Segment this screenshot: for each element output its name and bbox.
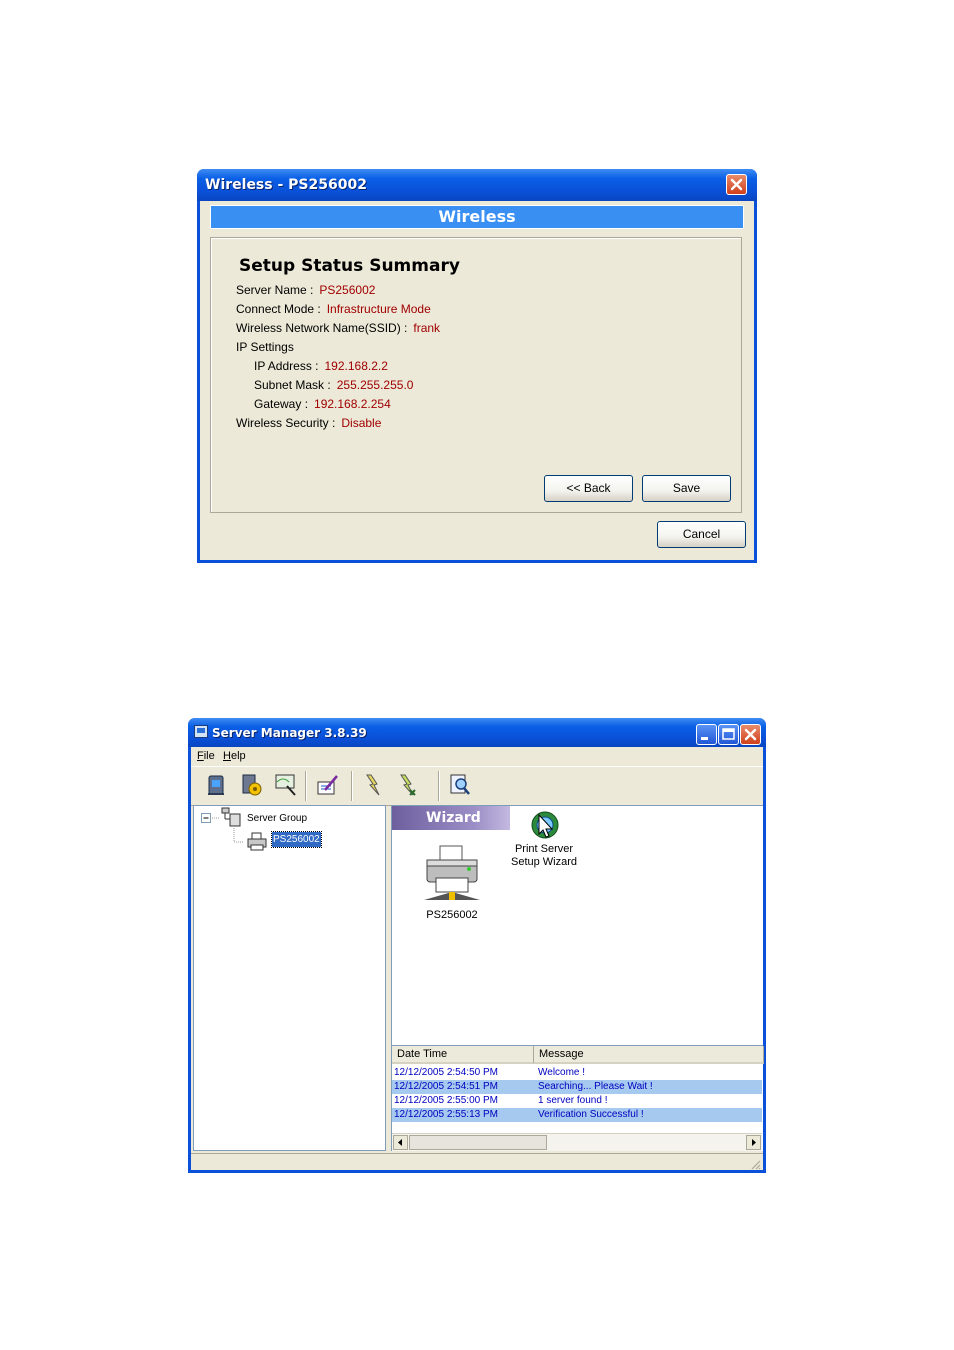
connect-icon[interactable] [361,772,387,798]
close-icon[interactable] [726,174,747,195]
server-tree: Server Group PS256002 [193,805,386,1151]
menu-bar: File Help [191,747,763,765]
printer-label: PS256002 [426,909,478,921]
horizontal-scrollbar[interactable] [392,1133,762,1151]
ssid-row: Wireless Network Name(SSID) : frank [236,321,440,335]
ip-settings-row: IP Settings [236,340,294,354]
search-network-icon[interactable] [273,772,299,798]
wireless-dialog: Wireless - PS256002 Wireless Setup Statu… [197,169,757,563]
window-client: File Help Server Group PS256002 Wizard P… [191,747,764,1171]
toolbar-separator [305,771,307,801]
server-manager-window: Server Manager 3.8.39 File Help Server G… [188,718,766,1173]
wizard-icon[interactable] [530,810,560,840]
ip-address-value: 192.168.2.2 [324,359,388,373]
ip-address-label: IP Address : [254,359,319,373]
log-row[interactable]: 12/12/2005 2:54:51 PM Searching... Pleas… [392,1080,762,1094]
gateway-row: Gateway : 192.168.2.254 [254,397,391,411]
cancel-button[interactable]: Cancel [657,521,746,548]
settings-server-icon[interactable] [238,772,264,798]
wireless-security-label: Wireless Security : [236,416,336,430]
ssid-value: frank [413,321,441,335]
wizard-label-line2: Setup Wizard [510,856,578,868]
section-header-label: Wireless [438,207,516,226]
save-button[interactable]: Save [642,475,731,502]
log-message: Welcome ! [538,1067,586,1078]
log-row[interactable]: 12/12/2005 2:55:00 PM 1 server found ! [392,1094,762,1108]
dialog-title: Wireless - PS256002 [205,177,367,193]
ssid-label: Wireless Network Name(SSID) : [236,321,408,335]
server-icon[interactable] [203,772,229,798]
log-message: Searching... Please Wait ! [538,1081,653,1092]
window-title: Server Manager 3.8.39 [212,726,367,740]
resize-grip-icon[interactable] [749,1158,761,1170]
subnet-mask-value: 255.255.255.0 [336,378,414,392]
printer-icon[interactable] [424,844,480,902]
gateway-value: 192.168.2.254 [314,397,391,411]
column-header-message[interactable]: Message [534,1046,764,1064]
tree-printer-icon [247,832,267,851]
log-time: 12/12/2005 2:55:00 PM [394,1095,498,1106]
maximize-icon[interactable] [718,724,739,745]
wireless-security-value: Disable [341,416,382,430]
disconnect-icon[interactable] [395,772,421,798]
toolbar [191,766,763,806]
wizard-label: Print Server Setup Wizard [504,843,584,869]
find-icon[interactable] [447,772,473,798]
log-time: 12/12/2005 2:55:13 PM [394,1109,498,1120]
server-name-value: PS256002 [319,283,376,297]
summary-title: Setup Status Summary [239,256,460,276]
wireless-security-row: Wireless Security : Disable [236,416,381,430]
summary-panel: Setup Status Summary Server Name : PS2560… [210,237,742,513]
app-icon [194,725,208,738]
wizard-tab-label: Wizard [426,810,481,826]
subnet-mask-label: Subnet Mask : [254,378,331,392]
column-header-datetime[interactable]: Date Time [392,1046,534,1064]
minimize-icon[interactable] [696,724,717,745]
log-time: 12/12/2005 2:54:51 PM [394,1081,498,1092]
scroll-left-icon[interactable] [393,1135,408,1150]
ip-address-row: IP Address : 192.168.2.2 [254,359,388,373]
server-name-label: Server Name : [236,283,314,297]
icon-view: Wizard PS256002 Print Server Setup Wizar… [391,805,763,1045]
log-message: 1 server found ! [538,1095,608,1106]
subnet-mask-row: Subnet Mask : 255.255.255.0 [254,378,413,392]
wizard-label-line1: Print Server [514,843,574,855]
menu-help[interactable]: Help [223,750,246,762]
toolbar-separator [351,771,353,801]
toolbar-separator [438,771,440,801]
close-icon[interactable] [740,724,761,745]
log-time: 12/12/2005 2:54:50 PM [394,1067,498,1078]
scroll-thumb[interactable] [409,1135,547,1150]
wizard-tab[interactable]: Wizard [392,806,510,830]
server-group-icon [221,807,241,827]
section-header: Wireless [210,205,744,229]
gateway-label: Gateway : [254,397,309,411]
edit-config-icon[interactable] [315,772,341,798]
log-row[interactable]: 12/12/2005 2:54:50 PM Welcome ! [392,1066,762,1080]
tree-child-label[interactable]: PS256002 [271,831,322,848]
dialog-titlebar[interactable]: Wireless - PS256002 [197,169,757,201]
tree-root-label[interactable]: Server Group [247,813,307,824]
log-list: Date Time Message 12/12/2005 2:54:50 PM … [391,1045,764,1151]
connect-mode-value: Infrastructure Mode [326,302,431,316]
menu-file[interactable]: File [197,750,215,762]
connect-mode-label: Connect Mode : [236,302,321,316]
log-row[interactable]: 12/12/2005 2:55:13 PM Verification Succe… [392,1108,762,1122]
server-name-row: Server Name : PS256002 [236,283,375,297]
ip-settings-label: IP Settings [236,340,294,354]
dialog-client: Wireless Setup Status Summary Server Nam… [200,201,754,560]
scroll-right-icon[interactable] [746,1135,761,1150]
window-titlebar[interactable]: Server Manager 3.8.39 [188,718,766,747]
back-button[interactable]: << Back [544,475,633,502]
log-message: Verification Successful ! [538,1109,644,1120]
connect-mode-row: Connect Mode : Infrastructure Mode [236,302,431,316]
status-bar [191,1153,763,1171]
